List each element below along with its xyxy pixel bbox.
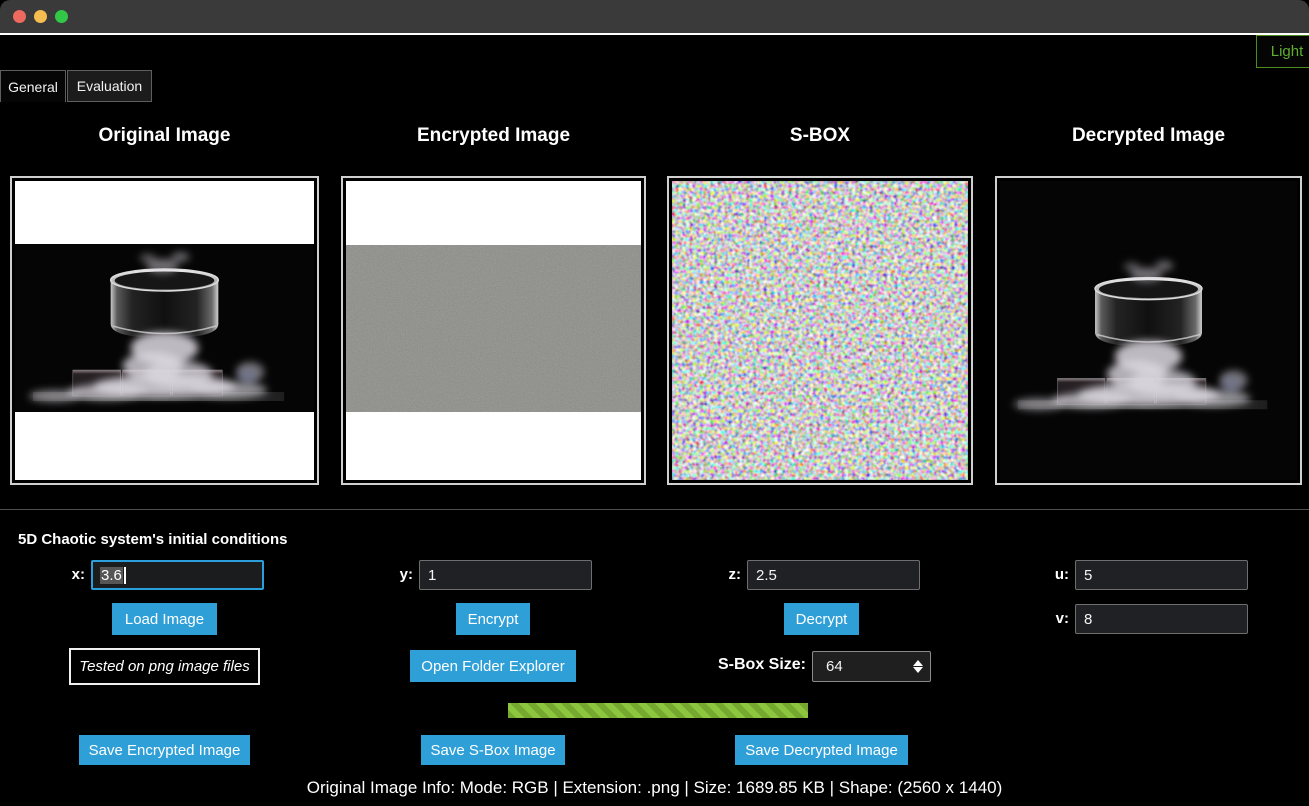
- titlebar-divider: [0, 33, 1309, 35]
- sbox-color-noise: [672, 181, 968, 480]
- v-label: v:: [1024, 610, 1069, 627]
- x-input[interactable]: 3.6: [91, 560, 264, 590]
- load-image-button[interactable]: Load Image: [112, 603, 217, 635]
- save-sbox-image-button[interactable]: Save S-Box Image: [421, 735, 565, 765]
- text-caret: [124, 567, 126, 584]
- decrypt-button[interactable]: Decrypt: [784, 603, 859, 635]
- progress-bar: [508, 703, 808, 718]
- sbox-size-value: 64: [813, 658, 906, 675]
- title-bar: [0, 0, 1309, 33]
- initial-conditions-title: 5D Chaotic system's initial conditions: [18, 531, 287, 548]
- zoom-window-icon[interactable]: [55, 10, 68, 23]
- z-label: z:: [696, 566, 741, 583]
- x-label: x:: [40, 566, 85, 583]
- original-image-white-band-bottom: [15, 412, 314, 480]
- light-theme-toggle-button[interactable]: Light: [1256, 35, 1309, 68]
- original-image-info-status: Original Image Info: Mode: RGB | Extensi…: [0, 778, 1309, 798]
- z-input[interactable]: [747, 560, 920, 590]
- tab-general[interactable]: General: [0, 70, 66, 102]
- encrypt-button[interactable]: Encrypt: [456, 603, 530, 635]
- sbox-panel: [667, 176, 973, 485]
- section-separator: [0, 509, 1309, 510]
- encrypted-image-title: Encrypted Image: [341, 125, 646, 149]
- original-image-title: Original Image: [10, 125, 319, 149]
- decrypted-levitation-photo: [1000, 181, 1297, 480]
- save-decrypted-image-button[interactable]: Save Decrypted Image: [735, 735, 908, 765]
- v-input[interactable]: [1075, 604, 1248, 634]
- x-input-value: 3.6: [100, 567, 123, 584]
- spinner-down-icon[interactable]: [913, 667, 923, 673]
- minimize-window-icon[interactable]: [34, 10, 47, 23]
- decrypted-image-panel: [995, 176, 1302, 485]
- png-note-label: Tested on png image files: [69, 648, 260, 685]
- tab-evaluation[interactable]: Evaluation: [67, 70, 152, 102]
- close-window-icon[interactable]: [13, 10, 26, 23]
- u-input[interactable]: [1075, 560, 1248, 590]
- encrypted-gray-noise: [346, 245, 641, 412]
- y-label: y:: [368, 566, 413, 583]
- u-label: u:: [1024, 566, 1069, 583]
- open-folder-explorer-button[interactable]: Open Folder Explorer: [410, 650, 576, 682]
- sbox-size-label: S-Box Size:: [690, 656, 806, 674]
- y-input[interactable]: [419, 560, 592, 590]
- sbox-size-spinner[interactable]: 64: [812, 651, 931, 682]
- save-encrypted-image-button[interactable]: Save Encrypted Image: [79, 735, 250, 765]
- original-image-panel: [10, 176, 319, 485]
- sbox-title: S-BOX: [667, 125, 973, 149]
- spinner-up-icon[interactable]: [913, 660, 923, 666]
- decrypted-image-title: Decrypted Image: [995, 125, 1302, 149]
- original-levitation-photo: [15, 244, 314, 412]
- original-image-white-band-top: [15, 181, 314, 244]
- encrypted-image-panel: [341, 176, 646, 485]
